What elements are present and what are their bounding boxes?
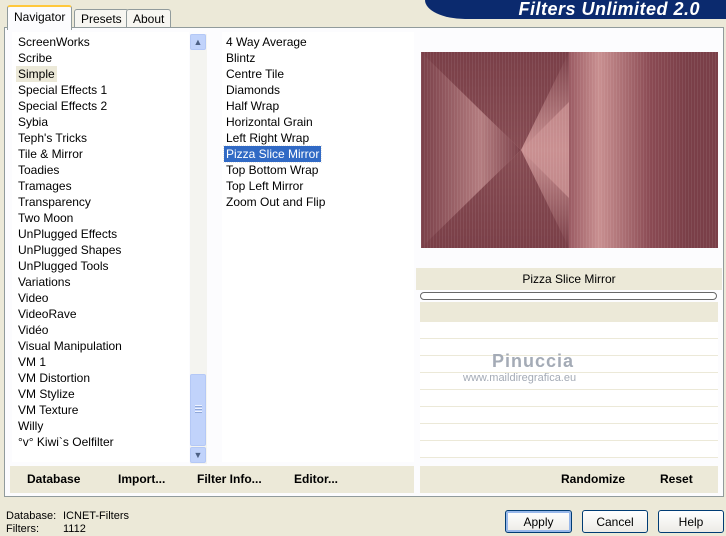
list-item[interactable]: °v° Kiwi`s Oelfilter [16, 434, 116, 450]
tab-presets[interactable]: Presets [74, 9, 129, 28]
list-item[interactable]: VM Texture [16, 402, 80, 418]
list-item[interactable]: Visual Manipulation [16, 338, 124, 354]
title-banner: Filters Unlimited 2.0 [425, 0, 726, 19]
list-item[interactable]: VideoRave [16, 306, 79, 322]
chevron-up-icon: ▲ [193, 37, 203, 47]
list-item[interactable]: Diamonds [224, 82, 282, 98]
list-item[interactable]: Willy [16, 418, 45, 434]
import-button[interactable]: Import... [118, 466, 165, 493]
tab-navigator[interactable]: Navigator [7, 5, 73, 30]
list-item[interactable]: Horizontal Grain [224, 114, 315, 130]
list-item[interactable]: Special Effects 2 [16, 98, 109, 114]
filter-list[interactable]: 4 Way Average Blintz Centre Tile Diamonds Ha… [222, 32, 414, 462]
list-item[interactable]: Transparency [16, 194, 93, 210]
list-item[interactable]: Pizza Slice Mirror [222, 145, 323, 163]
list-item[interactable]: Zoom Out and Flip [224, 194, 327, 210]
app-title: Filters Unlimited 2.0 [518, 0, 700, 19]
help-button[interactable]: Help [658, 510, 724, 533]
scroll-down-button[interactable]: ▼ [190, 447, 206, 463]
list-item[interactable]: Simple [16, 66, 57, 82]
list-item[interactable]: ScreenWorks [16, 34, 92, 50]
list-item[interactable]: Tile & Mirror [16, 146, 85, 162]
list-item[interactable]: Half Wrap [224, 98, 281, 114]
list-item[interactable]: VM Distortion [16, 370, 92, 386]
param-row [420, 424, 718, 441]
list-item[interactable]: Blintz [224, 50, 257, 66]
reset-button[interactable]: Reset [660, 466, 693, 493]
list-item[interactable]: Toadies [16, 162, 61, 178]
list-item[interactable]: Video [16, 290, 50, 306]
list-item[interactable]: 4 Way Average [224, 34, 309, 50]
right-button-bar: Randomize Reset [420, 466, 718, 493]
param-row [420, 407, 718, 424]
category-list[interactable]: ScreenWorks Scribe Simple Special Effects 1… [12, 32, 189, 462]
editor-button[interactable]: Editor... [294, 466, 338, 493]
watermark-name: Pinuccia [492, 351, 575, 371]
param-header [420, 302, 718, 322]
param-row [420, 441, 718, 458]
list-item[interactable]: UnPlugged Shapes [16, 242, 123, 258]
param-row [420, 390, 718, 407]
list-item[interactable]: Sybia [16, 114, 50, 130]
database-button[interactable]: Database [27, 466, 80, 493]
chevron-down-icon: ▼ [193, 450, 203, 460]
filter-preview [421, 52, 718, 248]
list-item[interactable]: Top Bottom Wrap [224, 162, 320, 178]
list-item[interactable]: Top Left Mirror [224, 178, 305, 194]
database-label: Database: [6, 510, 57, 522]
randomize-button[interactable]: Randomize [561, 466, 625, 493]
apply-button[interactable]: Apply [505, 510, 572, 533]
list-item[interactable]: Vidéo [16, 322, 50, 338]
list-item[interactable]: VM Stylize [16, 386, 77, 402]
left-button-bar: Database Import... Filter Info... Editor… [10, 466, 414, 493]
preview-filter-name: Pizza Slice Mirror [416, 268, 722, 290]
list-item[interactable]: Tramages [16, 178, 74, 194]
list-item[interactable]: VM 1 [16, 354, 48, 370]
scroll-up-button[interactable]: ▲ [190, 34, 206, 50]
cancel-button[interactable]: Cancel [582, 510, 648, 533]
category-scrollbar[interactable]: ▲ ▼ [190, 34, 207, 464]
list-item[interactable]: UnPlugged Tools [16, 258, 111, 274]
list-item[interactable]: Teph's Tricks [16, 130, 89, 146]
filters-count: 1112 [63, 523, 86, 535]
watermark-url: www.maildiregrafica.eu [463, 372, 577, 384]
scroll-thumb[interactable] [190, 374, 206, 446]
list-item[interactable]: Special Effects 1 [16, 82, 109, 98]
param-row [420, 322, 718, 339]
list-item[interactable]: Centre Tile [224, 66, 286, 82]
database-value: ICNET-Filters [63, 510, 129, 522]
list-item[interactable]: UnPlugged Effects [16, 226, 119, 242]
filters-label: Filters: [6, 523, 39, 535]
preview-filter-label: Pizza Slice Mirror [522, 272, 616, 286]
list-item[interactable]: Variations [16, 274, 72, 290]
list-item[interactable]: Two Moon [16, 210, 75, 226]
filter-info-button[interactable]: Filter Info... [197, 466, 262, 493]
list-item[interactable]: Left Right Wrap [224, 130, 311, 146]
progress-bar [420, 292, 717, 300]
list-item[interactable]: Scribe [16, 50, 54, 66]
tab-about[interactable]: About [126, 9, 172, 28]
